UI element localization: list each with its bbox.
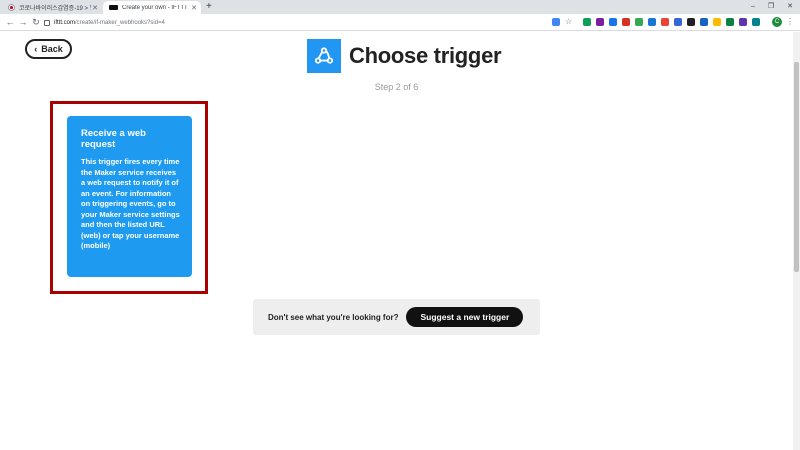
maximize-button[interactable]: ❐	[762, 0, 780, 14]
korea-flag-icon	[8, 4, 15, 11]
extension-icon[interactable]	[700, 18, 708, 26]
browser-tab-covid[interactable]: 코로나바이러스감염증-19 > 발 ✕	[2, 1, 102, 14]
extension-icon[interactable]	[687, 18, 695, 26]
browser-tab-ifttt[interactable]: Create your own - IFTTT ✕	[103, 1, 201, 14]
extension-icon[interactable]	[739, 18, 747, 26]
new-tab-button[interactable]: +	[206, 1, 212, 13]
page-title: Choose trigger	[349, 43, 502, 68]
tab-title: Create your own - IFTTT	[122, 4, 188, 11]
trigger-title: Receive a web request	[81, 128, 146, 150]
extension-icon[interactable]	[596, 18, 604, 26]
close-icon[interactable]: ✕	[190, 4, 198, 12]
extension-icon[interactable]	[713, 18, 721, 26]
scrollbar[interactable]	[793, 32, 800, 450]
extension-icon[interactable]	[752, 18, 760, 26]
reload-icon[interactable]: ↻	[30, 16, 42, 28]
lock-icon	[44, 19, 50, 26]
url-host: ifttt.com	[54, 19, 76, 26]
scrollbar-thumb[interactable]	[794, 62, 799, 272]
profile-avatar[interactable]: C	[772, 17, 782, 27]
extension-icon[interactable]	[648, 18, 656, 26]
close-icon[interactable]: ✕	[91, 4, 99, 12]
menu-dots-icon[interactable]: ⋮	[786, 17, 794, 27]
close-window-button[interactable]: ✕	[781, 0, 799, 14]
back-arrow-icon[interactable]: ←	[4, 16, 16, 28]
address-bar[interactable]: ifttt.com/create/if-maker_webhooks?sid=4	[44, 16, 544, 29]
extension-icon[interactable]	[622, 18, 630, 26]
extension-icon[interactable]	[726, 18, 734, 26]
star-icon[interactable]: ☆	[565, 18, 573, 26]
forward-arrow-icon[interactable]: →	[17, 16, 29, 28]
page-header: Choose trigger	[307, 39, 502, 73]
extension-icon[interactable]	[674, 18, 682, 26]
back-button[interactable]: ‹ Back	[25, 39, 72, 59]
extension-icon[interactable]	[609, 18, 617, 26]
trigger-card-receive-web-request[interactable]: Receive a web request This trigger fires…	[67, 116, 192, 277]
tab-strip: 코로나바이러스감염증-19 > 발 ✕ Create your own - IF…	[0, 0, 800, 14]
page-content: ‹ Back Choose trigger Step 2 of 6 Receiv…	[0, 32, 793, 450]
extension-icon[interactable]	[661, 18, 669, 26]
tab-title: 코로나바이러스감염증-19 > 발	[19, 6, 91, 12]
extension-icon[interactable]	[583, 18, 591, 26]
step-indicator: Step 2 of 6	[374, 82, 419, 92]
suggest-bar: Don't see what you're looking for? Sugge…	[253, 299, 540, 335]
back-label: Back	[41, 44, 63, 54]
extension-icon[interactable]	[635, 18, 643, 26]
trigger-description: This trigger fires every time the Maker …	[81, 157, 180, 250]
ifttt-favicon-icon	[109, 5, 118, 10]
translate-icon[interactable]	[552, 18, 560, 26]
suggest-question: Don't see what you're looking for?	[268, 312, 399, 322]
url-path: /create/if-maker_webhooks?sid=4	[75, 19, 165, 26]
chevron-left-icon: ‹	[34, 44, 38, 54]
suggest-trigger-button[interactable]: Suggest a new trigger	[406, 307, 524, 327]
webhooks-icon	[307, 39, 341, 73]
browser-toolbar: ← → ↻ ifttt.com/create/if-maker_webhooks…	[0, 14, 800, 31]
minimize-button[interactable]: –	[744, 0, 762, 14]
